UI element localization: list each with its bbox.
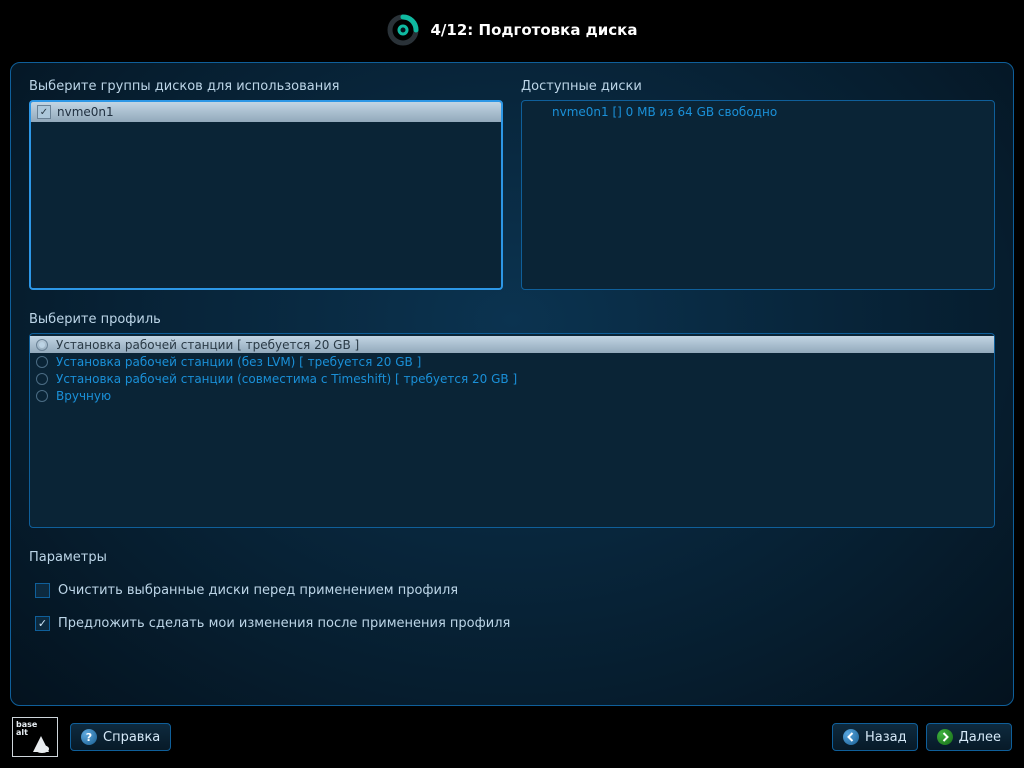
radio-icon[interactable] bbox=[36, 339, 48, 351]
radio-icon[interactable] bbox=[36, 390, 48, 402]
radio-icon[interactable] bbox=[36, 356, 48, 368]
arrow-left-icon bbox=[843, 729, 859, 745]
profile-option[interactable]: Установка рабочей станции (без LVM) [ тр… bbox=[30, 353, 994, 370]
available-disk-item[interactable]: nvme0n1 [] 0 MB из 64 GB свободно bbox=[522, 101, 994, 123]
help-button[interactable]: ? Справка bbox=[70, 723, 171, 751]
disk-group-item[interactable]: ✓ nvme0n1 bbox=[31, 102, 501, 122]
page-title: 4/12: Подготовка диска bbox=[431, 21, 638, 39]
back-button[interactable]: Назад bbox=[832, 723, 918, 751]
installer-logo-icon bbox=[387, 14, 419, 46]
checkbox-icon[interactable]: ✓ bbox=[37, 105, 51, 119]
profile-option-label: Установка рабочей станции (без LVM) [ тр… bbox=[56, 355, 421, 369]
param-clear-disks-label: Очистить выбранные диски перед применени… bbox=[58, 583, 458, 598]
step-counter: 4/12 bbox=[431, 21, 468, 39]
profile-option-label: Вручную bbox=[56, 389, 111, 403]
profile-list[interactable]: Установка рабочей станции [ требуется 20… bbox=[29, 333, 995, 528]
step-name: Подготовка диска bbox=[479, 21, 638, 39]
main-panel: Выберите группы дисков для использования… bbox=[10, 62, 1014, 706]
footer: basealt ? Справка Назад Далее bbox=[0, 706, 1024, 768]
profile-option[interactable]: Вручную bbox=[30, 387, 994, 404]
profile-option[interactable]: Установка рабочей станции [ требуется 20… bbox=[30, 336, 994, 353]
param-propose-changes[interactable]: ✓ Предложить сделать мои изменения после… bbox=[35, 616, 995, 631]
available-disks-list[interactable]: nvme0n1 [] 0 MB из 64 GB свободно bbox=[521, 100, 995, 290]
next-button-label: Далее bbox=[959, 730, 1001, 745]
radio-icon[interactable] bbox=[36, 373, 48, 385]
installer-header: 4/12: Подготовка диска bbox=[0, 0, 1024, 60]
disk-group-name: nvme0n1 bbox=[57, 105, 114, 119]
next-button[interactable]: Далее bbox=[926, 723, 1012, 751]
available-disks-label: Доступные диски bbox=[521, 79, 995, 94]
disk-groups-label: Выберите группы дисков для использования bbox=[29, 79, 503, 94]
param-propose-changes-label: Предложить сделать мои изменения после п… bbox=[58, 616, 510, 631]
checkbox-icon[interactable] bbox=[35, 583, 50, 598]
back-button-label: Назад bbox=[865, 730, 907, 745]
disk-groups-list[interactable]: ✓ nvme0n1 bbox=[29, 100, 503, 290]
penguin-icon bbox=[29, 732, 55, 754]
profile-option-label: Установка рабочей станции (совместима с … bbox=[56, 372, 517, 386]
profile-label: Выберите профиль bbox=[29, 312, 995, 327]
profile-option-label: Установка рабочей станции [ требуется 20… bbox=[56, 338, 359, 352]
arrow-right-icon bbox=[937, 729, 953, 745]
help-icon: ? bbox=[81, 729, 97, 745]
checkbox-icon[interactable]: ✓ bbox=[35, 616, 50, 631]
param-clear-disks[interactable]: Очистить выбранные диски перед применени… bbox=[35, 583, 995, 598]
profile-option[interactable]: Установка рабочей станции (совместима с … bbox=[30, 370, 994, 387]
params-label: Параметры bbox=[29, 550, 995, 565]
help-button-label: Справка bbox=[103, 730, 160, 745]
basealt-logo: basealt bbox=[12, 717, 58, 757]
